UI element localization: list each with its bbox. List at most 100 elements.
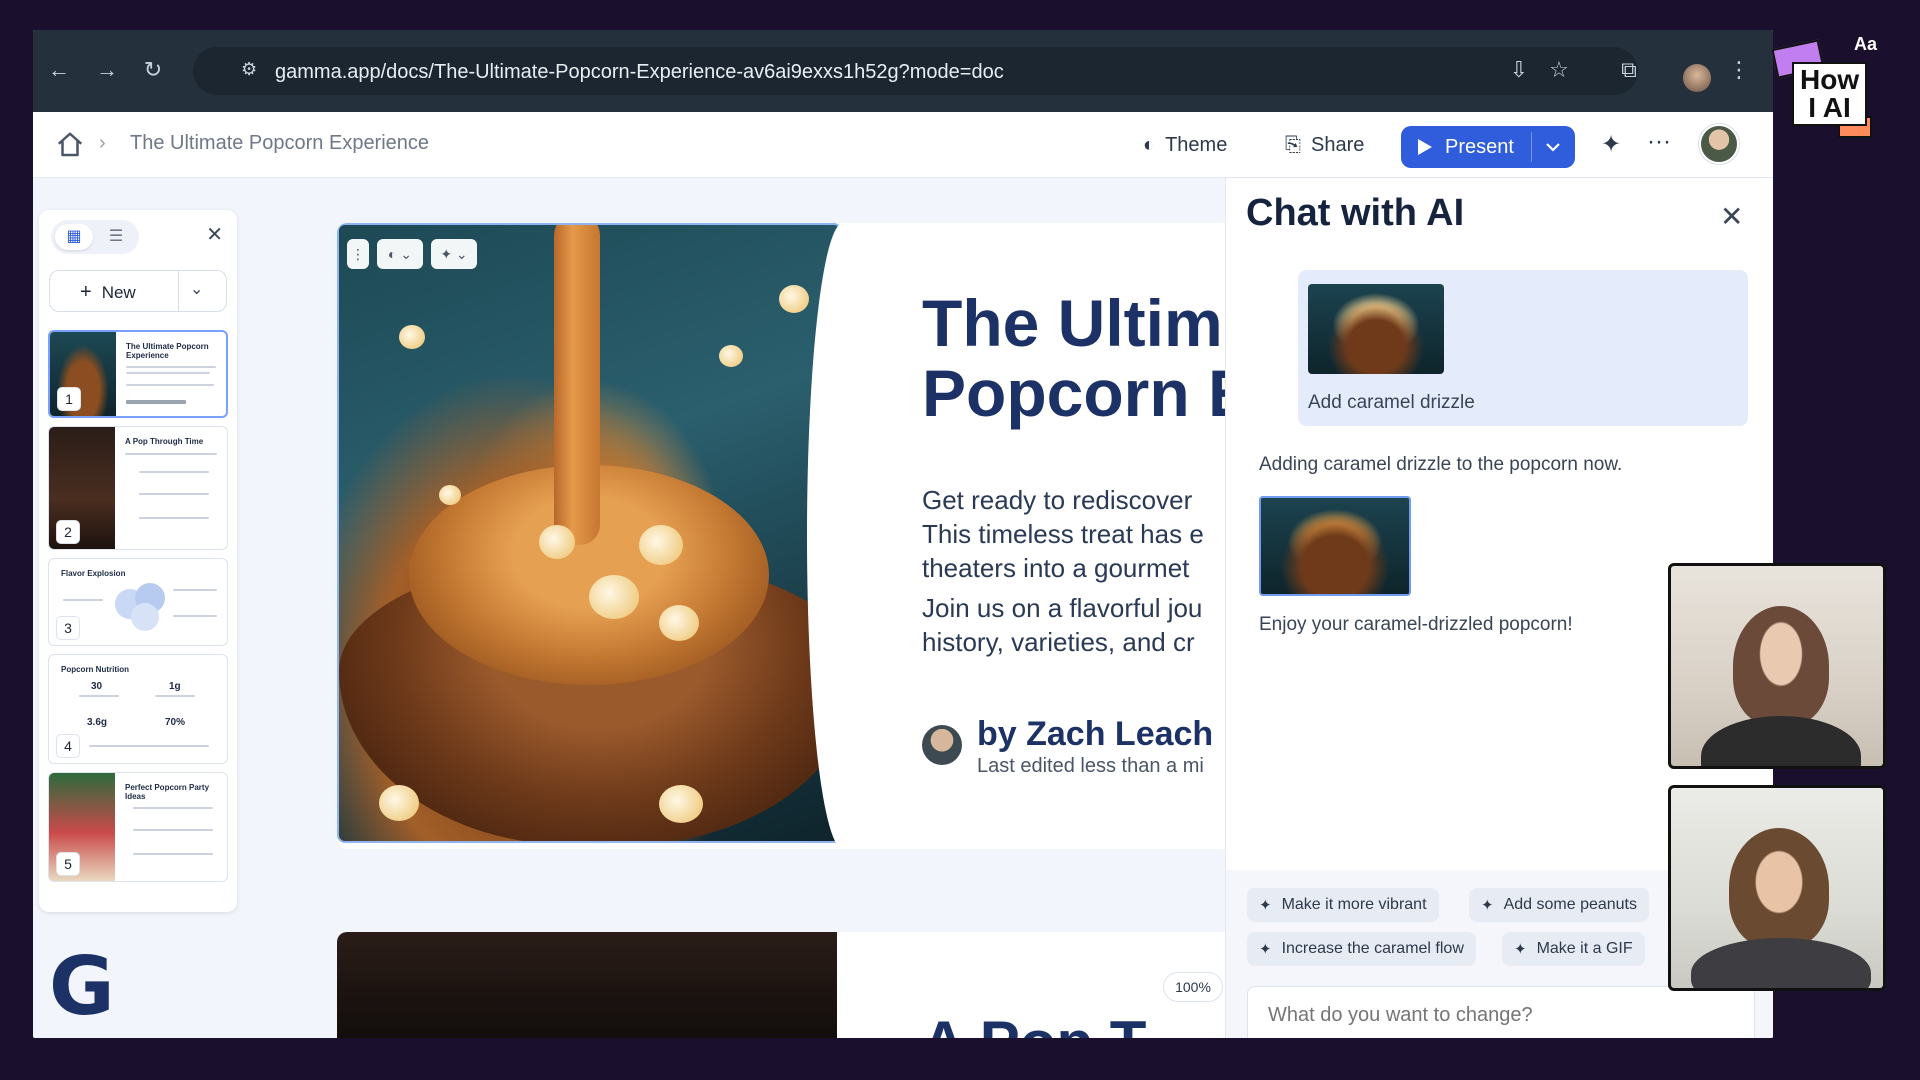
- list-view-icon[interactable]: ☰: [97, 224, 135, 250]
- thumbnail-stat: 3.6g: [87, 717, 108, 728]
- title-card: ⋮ ◐ ⌄ ✦ ⌄ The Ultim Popcorn E Get ready …: [337, 223, 1265, 849]
- card-image[interactable]: [337, 932, 837, 1038]
- suggestion-chip[interactable]: ✦ Increase the caramel flow: [1247, 932, 1476, 966]
- thumbnail-text-line: [89, 745, 209, 747]
- thumbnail-text-line: [125, 453, 217, 455]
- logo-line: How: [1800, 64, 1860, 95]
- reload-icon[interactable]: ↻: [137, 54, 169, 86]
- chevron-down-icon[interactable]: ⌄: [190, 279, 203, 299]
- thumbnail-text-line: [133, 853, 213, 855]
- popcorn-shape: [779, 285, 809, 313]
- participant-body: [1691, 938, 1871, 988]
- share-button[interactable]: ⎘ Share: [1285, 126, 1364, 164]
- sparkle-icon: ✦: [1259, 897, 1272, 914]
- chip-label: Make it more vibrant: [1281, 896, 1427, 913]
- caramel-drizzle-shape: [554, 225, 600, 545]
- thumbnail-text-line: [173, 589, 217, 591]
- share-label: Share: [1311, 133, 1365, 156]
- suggestion-chip[interactable]: ✦ Make it a GIF: [1502, 932, 1645, 966]
- paragraph-line: history, varieties, and cr: [922, 627, 1195, 657]
- new-button-content: + New: [80, 281, 136, 304]
- participant-body: [1701, 716, 1861, 766]
- close-icon[interactable]: ✕: [206, 222, 223, 247]
- popcorn-shape: [539, 525, 575, 559]
- ai-message: Adding caramel drizzle to the popcorn no…: [1259, 454, 1623, 475]
- star-icon[interactable]: ☆: [1543, 54, 1575, 86]
- chat-input[interactable]: [1247, 986, 1755, 1038]
- thumbnail-text-line: [139, 493, 209, 495]
- theme-button[interactable]: ◐ Theme: [1143, 126, 1227, 164]
- install-icon[interactable]: ⇩: [1503, 54, 1535, 86]
- forward-icon[interactable]: →: [91, 54, 123, 86]
- suggestion-chip[interactable]: ✦ Add some peanuts: [1469, 888, 1649, 922]
- thumbnail-title: Popcorn Nutrition: [61, 665, 129, 674]
- thumbnail-text-line: [126, 384, 214, 386]
- slide-number: 2: [57, 521, 79, 543]
- card-title-line-1: The Ultim: [922, 286, 1223, 360]
- popcorn-shape: [659, 785, 703, 823]
- slide-thumbnail-3[interactable]: Flavor Explosion 3: [48, 558, 228, 646]
- card-image[interactable]: ⋮ ◐ ⌄ ✦ ⌄: [337, 223, 842, 843]
- close-icon[interactable]: ✕: [1720, 200, 1743, 233]
- drag-handle-icon[interactable]: ⋮: [347, 239, 369, 269]
- generated-image[interactable]: [1259, 496, 1411, 596]
- participant-face: [1733, 606, 1829, 726]
- slide-thumbnail-2[interactable]: A Pop Through Time 2: [48, 426, 228, 550]
- thumbnail-text-line: [126, 372, 210, 374]
- present-divider: [1531, 132, 1532, 162]
- slide-thumbnail-5[interactable]: Perfect Popcorn Party Ideas 5: [48, 772, 228, 882]
- image-ai-icon[interactable]: ✦ ⌄: [431, 239, 477, 269]
- home-icon[interactable]: [55, 130, 85, 160]
- profile-icon[interactable]: [1683, 64, 1711, 92]
- extensions-icon[interactable]: ⧉: [1613, 54, 1645, 86]
- card-title[interactable]: The Ultim Popcorn E: [922, 288, 1252, 428]
- logo-line: I AI: [1808, 92, 1851, 123]
- author-name: by Zach Leach: [977, 715, 1214, 753]
- card-paragraph-1[interactable]: Get ready to rediscover This timeless tr…: [922, 483, 1204, 585]
- thumbnail-text-line: [139, 517, 209, 519]
- app-header: › The Ultimate Popcorn Experience ◐ Them…: [33, 112, 1773, 178]
- slide-thumbnail-1[interactable]: The Ultimate Popcorn Experience 1: [48, 330, 228, 418]
- more-icon[interactable]: ···: [1647, 128, 1671, 156]
- url-text[interactable]: gamma.app/docs/The-Ultimate-Popcorn-Expe…: [275, 61, 1004, 84]
- site-settings-icon[interactable]: ⚙: [241, 59, 257, 80]
- show-logo-text: How I AI: [1792, 62, 1868, 126]
- logo-corner-text: Aa: [1854, 34, 1878, 54]
- zoom-level[interactable]: 100%: [1163, 972, 1223, 1002]
- last-edited-text: Last edited less than a mi: [977, 755, 1204, 777]
- breadcrumb-title[interactable]: The Ultimate Popcorn Experience: [130, 132, 429, 155]
- thumbnail-stat: 30: [91, 681, 103, 692]
- chip-label: Make it a GIF: [1536, 940, 1633, 957]
- back-icon[interactable]: ←: [43, 54, 75, 86]
- plus-icon: +: [80, 281, 92, 303]
- new-button[interactable]: + New ⌄: [49, 270, 227, 312]
- suggestion-chip[interactable]: ✦ Make it more vibrant: [1247, 888, 1439, 922]
- play-icon: [1418, 139, 1432, 155]
- menu-icon[interactable]: ⋮: [1723, 54, 1755, 86]
- ai-sparkle-icon[interactable]: ✦: [1601, 130, 1621, 159]
- user-avatar[interactable]: [1699, 124, 1739, 164]
- thumbnail-text-line: [133, 807, 213, 809]
- paragraph-line: theaters into a gourmet: [922, 553, 1190, 583]
- panel-title: Chat with AI: [1246, 192, 1465, 234]
- present-button[interactable]: Present: [1401, 126, 1575, 168]
- slide-thumbnail-4[interactable]: Popcorn Nutrition 30 1g 3.6g 70% 4: [48, 654, 228, 764]
- chevron-right-icon: ›: [99, 132, 106, 154]
- slide-number: 3: [57, 617, 79, 639]
- chevron-down-icon[interactable]: [1545, 141, 1561, 153]
- card-title[interactable]: A Pop T: [922, 1008, 1146, 1038]
- user-message-text: Add caramel drizzle: [1308, 392, 1475, 413]
- gamma-logo: G: [49, 940, 115, 1033]
- sparkle-icon: ✦: [1481, 897, 1494, 914]
- grid-view-icon[interactable]: ▦: [55, 224, 93, 250]
- message-image[interactable]: [1308, 284, 1444, 374]
- browser-toolbar: ← → ↻ ⚙ gamma.app/docs/The-Ultimate-Popc…: [33, 30, 1773, 112]
- card-paragraph-2[interactable]: Join us on a flavorful jou history, vari…: [922, 591, 1202, 659]
- thumbnail-author-line: [126, 400, 186, 404]
- slide-number: 5: [57, 853, 79, 875]
- image-style-icon[interactable]: ◐ ⌄: [377, 239, 423, 269]
- address-bar[interactable]: ⚙ gamma.app/docs/The-Ultimate-Popcorn-Ex…: [193, 47, 1638, 95]
- slide-number: 4: [57, 735, 79, 757]
- popcorn-shape: [399, 325, 425, 349]
- share-icon: ⎘: [1285, 133, 1301, 156]
